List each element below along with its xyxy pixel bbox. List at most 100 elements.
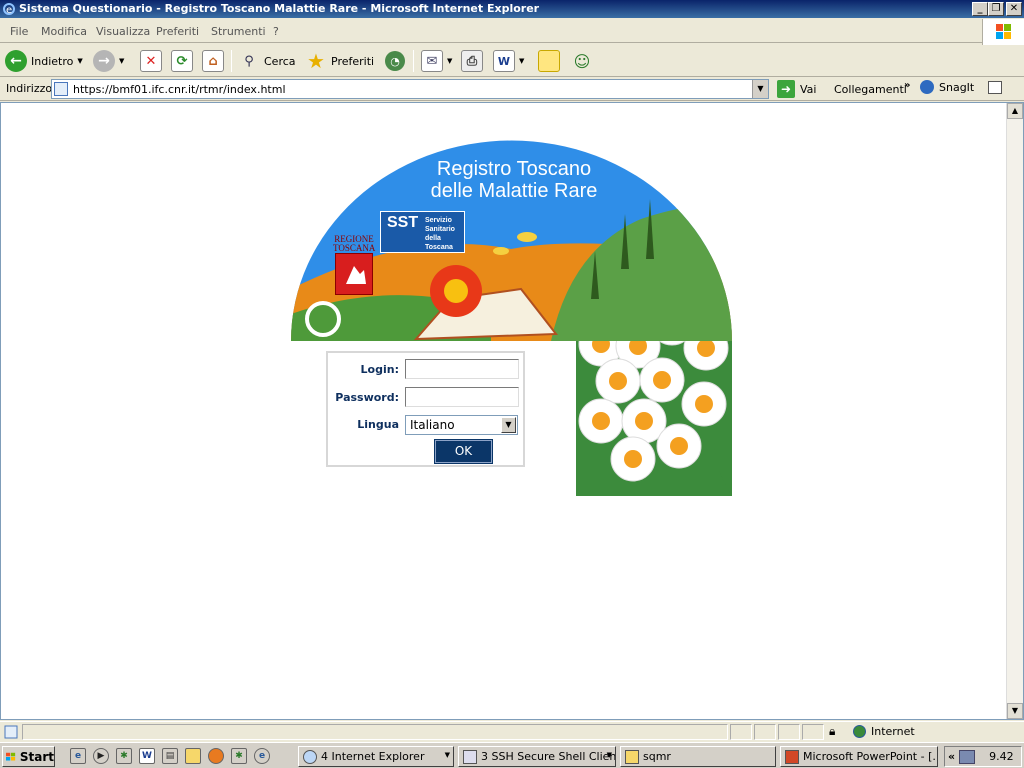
page-viewport: ▲ ▼ Registro Toscano delle Malattie Rare…	[0, 102, 1024, 720]
stop-button[interactable]: ✕	[140, 48, 162, 74]
back-button[interactable]: ← Indietro ▼	[5, 48, 83, 74]
regione-toscana-emblem-icon	[335, 253, 373, 295]
search-icon: ⚲	[244, 53, 254, 69]
system-tray: « 9.42	[944, 746, 1022, 767]
restore-button[interactable]: ❐	[988, 2, 1004, 16]
refresh-icon: ⟳	[171, 50, 193, 72]
tool-quicklaunch-icon[interactable]: ✱	[116, 748, 132, 764]
task-group-dropdown-icon[interactable]: ▼	[445, 751, 450, 759]
messenger-button[interactable]: ☺	[571, 48, 593, 74]
printer-icon: ⎙	[461, 50, 483, 72]
task-label: 4 Internet Explorer	[321, 750, 425, 763]
address-bar: Indirizzo https://bmf01.ifc.cnr.it/rtmr/…	[0, 78, 1024, 101]
refresh-button[interactable]: ⟳	[171, 48, 193, 74]
note-icon	[538, 50, 560, 72]
menu-help[interactable]: ?	[273, 25, 279, 38]
mail-dropdown-icon[interactable]: ▼	[447, 57, 452, 65]
history-button[interactable]: ◔	[385, 48, 405, 74]
app-quicklaunch-icon[interactable]: ✱	[231, 748, 247, 764]
language-label: Lingua	[357, 418, 399, 431]
chevron-right-icon[interactable]: »	[904, 80, 910, 91]
menu-modifica[interactable]: Modifica	[41, 25, 87, 38]
login-form: Login: Password: Lingua Italiano ▼ OK	[326, 351, 525, 467]
task-powerpoint[interactable]: Microsoft PowerPoint - [...	[780, 746, 938, 767]
task-sqmr-folder[interactable]: sqmr	[620, 746, 776, 767]
home-button[interactable]: ⌂	[202, 48, 224, 74]
print-button[interactable]: ⎙	[461, 48, 483, 74]
ie-quicklaunch-icon-2[interactable]: e	[254, 748, 270, 764]
mail-button[interactable]: ✉ ▼	[421, 48, 452, 74]
edit-dropdown-icon[interactable]: ▼	[519, 57, 524, 65]
window-title-bar[interactable]: e Sistema Questionario - Registro Toscan…	[0, 0, 1024, 18]
forward-arrow-icon: →	[93, 50, 115, 72]
banner-title: Registro Toscano delle Malattie Rare	[389, 158, 639, 202]
task-group-dropdown-icon[interactable]: ▼	[607, 751, 612, 759]
ssh-task-icon	[463, 749, 477, 764]
network-icon[interactable]	[959, 749, 976, 764]
lock-icon[interactable]: 🔒︎	[829, 724, 835, 739]
stop-icon: ✕	[140, 50, 162, 72]
task-ssh-client[interactable]: 3 SSH Secure Shell Client ▼	[458, 746, 616, 767]
task-internet-explorer[interactable]: 4 Internet Explorer ▼	[298, 746, 454, 767]
forward-dropdown-icon[interactable]: ▼	[119, 57, 124, 65]
language-select[interactable]: Italiano ▼	[405, 415, 518, 435]
search-button[interactable]: ⚲ Cerca	[238, 48, 296, 74]
windows-logo-icon	[982, 19, 1024, 45]
scroll-down-icon[interactable]: ▼	[1007, 703, 1023, 719]
word-quicklaunch-icon[interactable]: W	[139, 748, 155, 764]
search-label: Cerca	[264, 54, 296, 68]
close-button[interactable]: ✕	[1006, 2, 1022, 16]
notes-button[interactable]	[538, 48, 560, 74]
menu-bar: File Modifica Visualizza Preferiti Strum…	[0, 20, 1024, 43]
sst-subtitle: Servizio Sanitario della Toscana	[425, 217, 455, 251]
folder-quicklaunch-icon[interactable]	[185, 748, 201, 764]
messenger-icon: ☺	[573, 51, 591, 71]
favorites-button[interactable]: ★ Preferiti	[305, 48, 374, 74]
menu-preferiti[interactable]: Preferiti	[156, 25, 199, 38]
sst-text: SST	[387, 214, 419, 231]
vertical-scrollbar[interactable]: ▲ ▼	[1006, 103, 1023, 719]
word-edit-button[interactable]: W ▼	[493, 48, 524, 74]
task-label: sqmr	[643, 750, 671, 763]
history-icon: ◔	[385, 51, 405, 71]
tray-expand-icon[interactable]: «	[948, 750, 955, 763]
media-player-icon[interactable]: ▶	[93, 748, 109, 764]
back-dropdown-icon[interactable]: ▼	[77, 57, 82, 65]
ok-button[interactable]: OK	[434, 439, 493, 464]
menu-visualizza[interactable]: Visualizza	[96, 25, 150, 38]
menu-strumenti[interactable]: Strumenti	[211, 25, 266, 38]
scroll-up-icon[interactable]: ▲	[1007, 103, 1023, 119]
favorites-label: Preferiti	[331, 54, 375, 68]
registry-banner: Registro Toscano delle Malattie Rare SST…	[291, 139, 732, 341]
password-input[interactable]	[405, 387, 519, 407]
language-dropdown-icon[interactable]: ▼	[501, 417, 516, 433]
snagit-capture-icon[interactable]	[988, 80, 1003, 94]
links-button[interactable]: Collegamenti	[834, 83, 907, 96]
menu-file[interactable]: File	[10, 25, 28, 38]
address-input[interactable]: https://bmf01.ifc.cnr.it/rtmr/index.html…	[51, 79, 769, 99]
clock[interactable]: 9.42	[989, 750, 1014, 763]
daisy-flowers-illustration	[576, 341, 732, 496]
login-label: Login:	[360, 363, 399, 376]
address-dropdown-icon[interactable]: ▼	[752, 80, 768, 98]
ie-task-icon	[303, 749, 317, 764]
start-button[interactable]: Start	[2, 746, 55, 767]
regione-line2: TOSCANA	[333, 243, 376, 253]
firefox-quicklaunch-icon[interactable]	[208, 748, 224, 764]
snagit-button[interactable]: SnagIt	[920, 80, 1003, 94]
forward-button[interactable]: → ▼	[93, 48, 124, 74]
login-input[interactable]	[405, 359, 519, 379]
security-zone[interactable]: Internet	[853, 725, 915, 738]
status-pane-2	[730, 724, 752, 740]
standard-toolbar: ← Indietro ▼ → ▼ ✕ ⟳ ⌂ ⚲ Cerca ★ Preferi…	[0, 44, 1024, 77]
ie-quicklaunch-icon[interactable]: e	[70, 748, 86, 764]
address-url[interactable]: https://bmf01.ifc.cnr.it/rtmr/index.html	[73, 83, 286, 96]
terminal-quicklaunch-icon[interactable]: ▤	[162, 748, 178, 764]
status-pane-4	[778, 724, 800, 740]
go-button[interactable]: ➜ Vai	[777, 80, 816, 98]
language-selected-value: Italiano	[410, 418, 455, 432]
svg-text:e: e	[6, 5, 12, 16]
page-icon	[54, 82, 68, 96]
back-label: Indietro	[31, 54, 74, 68]
minimize-button[interactable]: _	[972, 2, 988, 16]
